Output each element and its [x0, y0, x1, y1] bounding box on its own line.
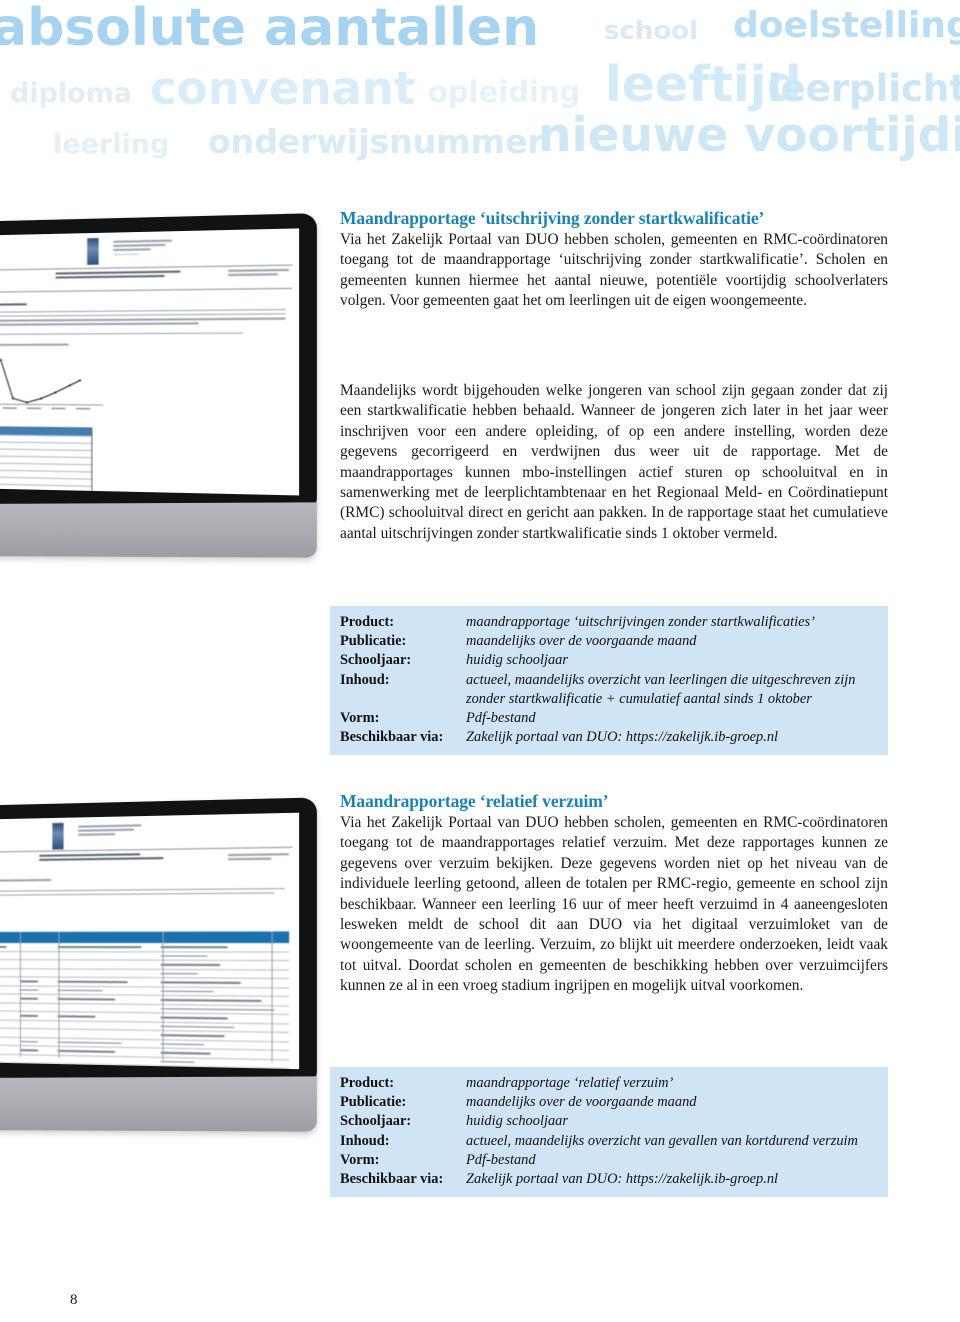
spec-row-value: actueel, maandelijks overzicht van leerl… [466, 671, 856, 707]
pdf-wide-table [0, 931, 289, 1070]
spec-table-uitschrijving: Product: maandrapportage ‘uitschrijvingen… [330, 606, 888, 756]
section-2-title: Maandrapportage ‘relatief verzuim’ [340, 791, 609, 811]
spec-row: Beschikbaar via: Zakelijk portaal van DUO… [340, 1170, 878, 1189]
monitor-stand [0, 502, 317, 558]
spec-row-key: Inhoud: [340, 1132, 390, 1149]
spec-row-key: Product: [340, 614, 395, 630]
section-1-paragraph-2: Maandelijks wordt bijgehouden welke jong… [340, 382, 888, 542]
spec-row: Publicatie: maandelijks over de voorgaand… [340, 632, 878, 651]
spec-row: Publicatie: maandelijks over de voorgaand… [340, 1093, 878, 1112]
word-cloud-term: nieuwe voortijdig [538, 108, 960, 163]
screenshot-mockup-monitor-1 [0, 213, 317, 558]
pdf-body-lines [0, 876, 289, 899]
section-uitschrijving-detail: Maandelijks wordt bijgehouden welke jong… [340, 381, 888, 544]
word-cloud-term: onderwijsnummer [208, 122, 544, 161]
section-1-paragraph-1: Via het Zakelijk Portaal van DUO hebben … [340, 231, 888, 310]
logo-caption [77, 824, 172, 839]
word-cloud-header: absolute aantallen school doelstelling dipl… [0, 0, 960, 175]
spec-row: Inhoud: actueel, maandelijks overzicht va… [340, 1132, 878, 1151]
monitor-bezel [0, 797, 317, 1087]
spec-row-value: maandelijks over de voorgaande maand [466, 1094, 697, 1111]
screenshot-mockup-monitor-2 [0, 797, 317, 1132]
monitor-stand [0, 1076, 317, 1132]
spec-row: Vorm: Pdf-bestand [340, 709, 878, 728]
spec-row: Product: maandrapportage ‘relatief verzui… [340, 1074, 878, 1093]
monitor-screen [0, 812, 300, 1070]
spec-row-key: Schooljaar: [340, 1113, 412, 1130]
spec-row-key: Vorm: [340, 1151, 380, 1168]
spec-row: Beschikbaar via: Zakelijk portaal van DUO… [340, 728, 878, 747]
spec-row-key: Beschikbaar via: [340, 1171, 444, 1188]
word-cloud-term: convenant [150, 62, 416, 115]
spec-row-key: Beschikbaar via: [340, 729, 444, 746]
spec-row-value: actueel, maandelijks overzicht van geval… [466, 1132, 858, 1149]
spec-row-value: Zakelijk portaal van DUO: https://zakeli… [466, 729, 779, 746]
pdf-meta-lines [227, 268, 289, 279]
word-cloud-term: opleiding [428, 75, 581, 109]
spec-table: Product: maandrapportage ‘relatief verzui… [340, 1074, 878, 1189]
spec-row-value: huidig schooljaar [466, 652, 568, 669]
word-cloud-term: diploma [10, 78, 133, 109]
spec-row-key: Inhoud: [340, 671, 390, 688]
spec-row: Schooljaar: huidig schooljaar [340, 651, 878, 670]
logo-caption [113, 239, 208, 258]
word-cloud-term: absolute aantallen [0, 0, 540, 58]
spec-row-value: Zakelijk portaal van DUO: https://zakeli… [466, 1171, 779, 1188]
spec-row: Schooljaar: huidig schooljaar [340, 1112, 878, 1131]
spec-row-key: Product: [340, 1075, 395, 1091]
spec-table: Product: maandrapportage ‘uitschrijvingen… [340, 613, 878, 747]
word-cloud-term: leerling [53, 129, 170, 160]
spec-row-value: Pdf-bestand [466, 1151, 536, 1168]
section-1-title: Maandrapportage ‘uitschrijving zonder st… [340, 208, 765, 228]
section-2-paragraph-1: Via het Zakelijk Portaal van DUO hebben … [340, 814, 888, 995]
pdf-meta-lines [227, 853, 289, 863]
pdf-title-lines [39, 853, 164, 863]
word-cloud-term: doelstelling [733, 5, 960, 46]
spec-row-value: Pdf-bestand [466, 710, 536, 727]
word-cloud-term: school [604, 16, 699, 46]
spec-row: Product: maandrapportage ‘uitschrijvingen… [340, 613, 878, 632]
spec-row-key: Vorm: [340, 710, 380, 727]
spec-row-value: maandelijks over de voorgaande maand [466, 633, 697, 650]
spec-row-key: Schooljaar: [340, 652, 412, 669]
duo-logo-icon [51, 822, 64, 850]
monitor-screen [0, 228, 300, 496]
pdf-data-table [0, 426, 93, 496]
spec-row-key: Publicatie: [340, 1094, 407, 1111]
section-relatief-verzuim: Maandrapportage ‘relatief verzuim’ Via h… [340, 790, 888, 997]
document-page: absolute aantallen school doelstelling dipl… [0, 0, 960, 1322]
spec-table-relatief-verzuim: Product: maandrapportage ‘relatief verzui… [330, 1067, 888, 1198]
pdf-title-lines [55, 270, 181, 281]
spec-row: Vorm: Pdf-bestand [340, 1151, 878, 1170]
spec-row: Inhoud: actueel, maandelijks overzicht va… [340, 671, 878, 709]
pdf-body-lines [0, 301, 289, 349]
pdf-line-chart [0, 354, 104, 418]
duo-logo-icon [87, 238, 99, 265]
page-number: 8 [70, 1292, 78, 1308]
section-uitschrijving: Maandrapportage ‘uitschrijving zonder st… [340, 207, 888, 312]
pdf-preview-report-uitschrijving [0, 228, 300, 496]
pdf-preview-report-verzuim [0, 812, 300, 1070]
spec-row-value: huidig schooljaar [466, 1113, 568, 1130]
spec-row-value: maandrapportage ‘relatief verzuim’ [466, 1075, 674, 1091]
word-cloud-term: leerplicht [768, 67, 960, 110]
spec-row-value: maandrapportage ‘uitschrijvingen zonder … [466, 614, 815, 630]
monitor-bezel [0, 213, 317, 513]
spec-row-key: Publicatie: [340, 633, 407, 650]
